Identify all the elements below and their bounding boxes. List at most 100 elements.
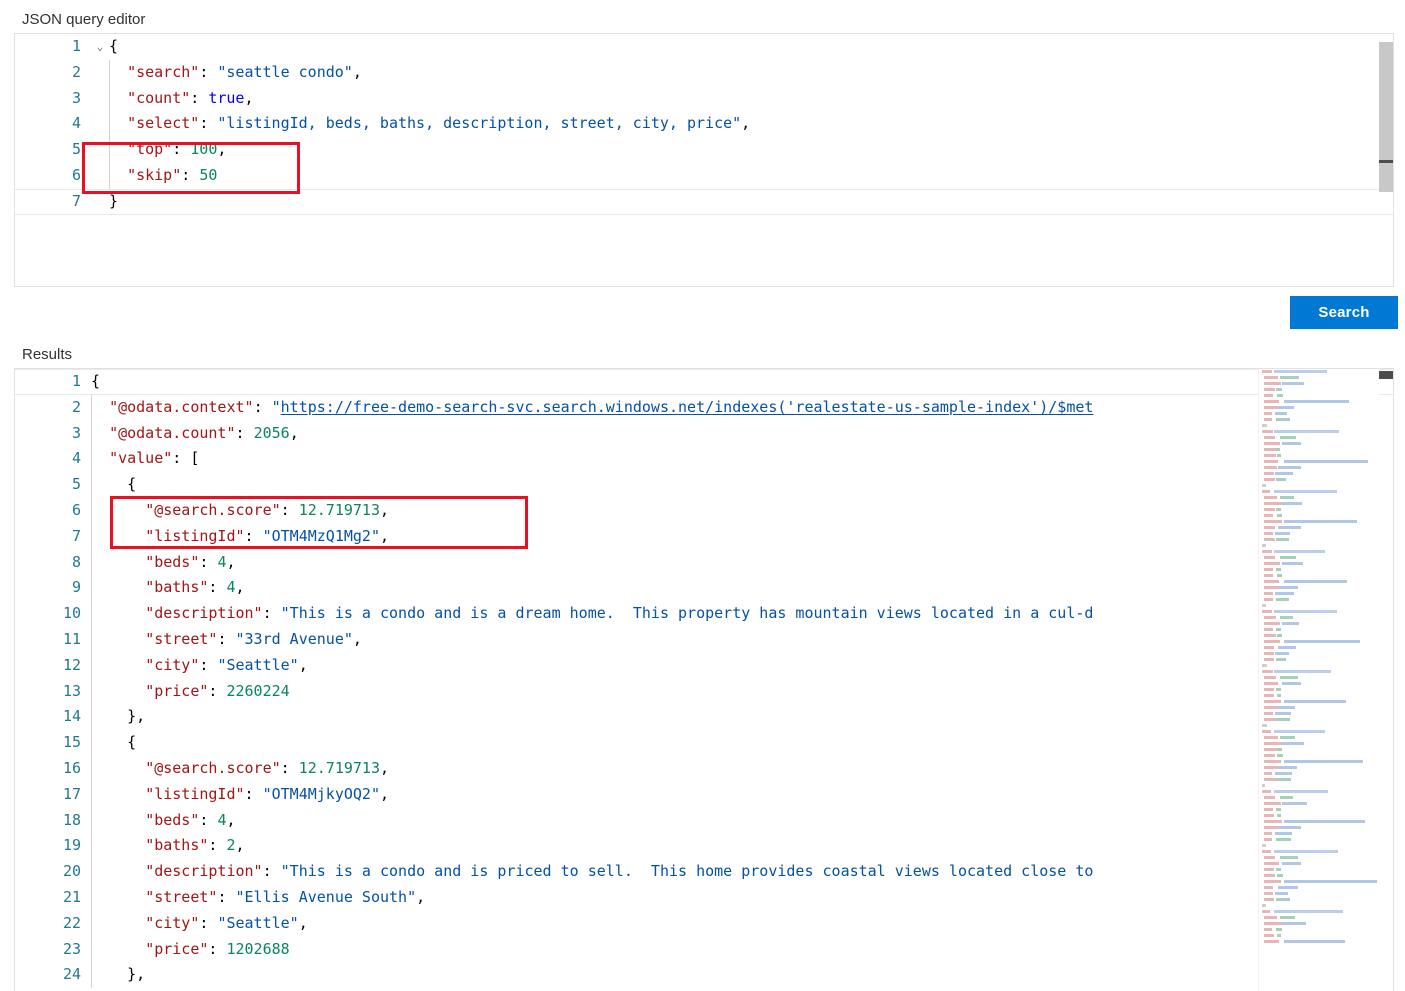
code-text: "@odata.count": 2056, [91, 421, 1393, 447]
minimap-token [1262, 910, 1270, 913]
line-number: 7 [15, 189, 91, 215]
code-text: "price": 1202688 [91, 937, 1393, 963]
indent-guide [91, 627, 92, 653]
json-query-code-area[interactable]: 1⌄{2 "search": "seattle condo",3 "count"… [15, 34, 1393, 286]
code-text: "baths": 4, [91, 575, 1393, 601]
minimap-token [1276, 508, 1281, 511]
minimap-token [1264, 532, 1273, 535]
minimap-token [1274, 610, 1337, 613]
code-line[interactable]: 9 "baths": 4, [15, 575, 1393, 601]
code-line[interactable]: 1⌄{ [15, 34, 1393, 60]
code-text: "street": "Ellis Avenue South", [91, 885, 1393, 911]
minimap-token [1276, 448, 1280, 451]
token-key: "baths" [145, 578, 208, 596]
token-number: 2056 [254, 424, 290, 442]
code-line[interactable]: 6 "@search.score": 12.719713, [15, 498, 1393, 524]
code-text: "description": "This is a condo and is p… [91, 859, 1393, 885]
code-line[interactable]: 5 { [15, 472, 1393, 498]
code-text: "top": 100, [109, 137, 1393, 163]
minimap-token [1262, 664, 1267, 667]
search-button[interactable]: Search [1290, 296, 1398, 329]
minimap-token [1274, 730, 1325, 733]
line-number: 14 [15, 704, 91, 730]
minimap-token [1284, 520, 1357, 523]
code-line[interactable]: 2 "@odata.context": "https://free-demo-s… [15, 395, 1393, 421]
indent-guide [91, 782, 92, 808]
code-line[interactable]: 4 "select": "listingId, beds, baths, des… [15, 111, 1393, 137]
minimap-token [1262, 850, 1271, 853]
minimap-token [1274, 370, 1327, 373]
code-text: "value": [ [91, 446, 1393, 472]
token-indent [109, 63, 127, 81]
token-punct: { [127, 733, 136, 751]
minimap-token [1262, 790, 1271, 793]
token-key: "count" [127, 89, 190, 107]
minimap-token [1264, 562, 1280, 565]
token-string: "OTM4MzQ1Mg2" [263, 527, 380, 545]
token-punct: : [263, 862, 281, 880]
line-number: 5 [15, 137, 91, 163]
minimap-token [1280, 676, 1298, 679]
code-line[interactable]: 7 "listingId": "OTM4MzQ1Mg2", [15, 524, 1393, 550]
code-line[interactable]: 23 "price": 1202688 [15, 937, 1393, 963]
token-indent [91, 940, 145, 958]
code-line[interactable]: 2 "search": "seattle condo", [15, 60, 1393, 86]
code-line[interactable]: 17 "listingId": "OTM4MjkyOQ2", [15, 782, 1393, 808]
minimap-token [1280, 616, 1293, 619]
minimap-token [1264, 436, 1275, 439]
code-line[interactable]: 18 "beds": 4, [15, 808, 1393, 834]
token-punct: , [236, 836, 245, 854]
code-line[interactable]: 12 "city": "Seattle", [15, 653, 1393, 679]
line-number: 12 [15, 653, 91, 679]
code-line[interactable]: 20 "description": "This is a condo and i… [15, 859, 1393, 885]
minimap-token [1264, 820, 1282, 823]
minimap-token [1277, 634, 1282, 637]
minimap-token [1264, 382, 1281, 385]
code-line[interactable]: 3 "@odata.count": 2056, [15, 421, 1393, 447]
code-line[interactable]: 10 "description": "This is a condo and i… [15, 601, 1393, 627]
token-key: "skip" [127, 166, 181, 184]
code-line[interactable]: 8 "beds": 4, [15, 550, 1393, 576]
code-line[interactable]: 21 "street": "Ellis Avenue South", [15, 885, 1393, 911]
indent-guide [91, 679, 92, 705]
code-line[interactable]: 7} [15, 189, 1393, 215]
token-punct: , [290, 424, 299, 442]
code-line[interactable]: 11 "street": "33rd Avenue", [15, 627, 1393, 653]
line-number: 16 [15, 756, 91, 782]
minimap-token [1277, 934, 1281, 937]
code-line[interactable]: 14 }, [15, 704, 1393, 730]
minimap-token [1264, 826, 1278, 829]
minimap-token [1264, 778, 1276, 781]
json-editor-scrollbar-thumb[interactable] [1379, 42, 1393, 192]
token-indent [91, 501, 145, 519]
token-indent [91, 759, 145, 777]
code-line[interactable]: 16 "@search.score": 12.719713, [15, 756, 1393, 782]
results-code-area[interactable]: 1{2 "@odata.context": "https://free-demo… [15, 369, 1393, 991]
code-line[interactable]: 22 "city": "Seattle", [15, 911, 1393, 937]
chevron-down-icon[interactable]: ⌄ [91, 34, 109, 60]
code-line[interactable]: 6 "skip": 50 [15, 163, 1393, 189]
minimap-token [1264, 898, 1274, 901]
code-line[interactable]: 13 "price": 2260224 [15, 679, 1393, 705]
code-line[interactable]: 4 "value": [ [15, 446, 1393, 472]
token-punct: , [299, 914, 308, 932]
line-number: 2 [15, 60, 91, 86]
token-key: "@search.score" [145, 501, 280, 519]
results-scrollbar-thumb[interactable] [1379, 371, 1393, 379]
indent-guide [91, 498, 92, 524]
token-indent [109, 114, 127, 132]
code-line[interactable]: 15 { [15, 730, 1393, 756]
code-line[interactable]: 19 "baths": 2, [15, 833, 1393, 859]
token-link[interactable]: https://free-demo-search-svc.search.wind… [281, 398, 1094, 416]
code-line[interactable]: 5 "top": 100, [15, 137, 1393, 163]
code-minimap[interactable] [1258, 369, 1379, 991]
token-punct: [ [190, 449, 199, 467]
code-line[interactable]: 24 }, [15, 962, 1393, 988]
minimap-token [1264, 526, 1275, 529]
token-indent [91, 888, 145, 906]
code-line[interactable]: 3 "count": true, [15, 86, 1393, 112]
code-line[interactable]: 1{ [15, 369, 1393, 395]
indent-guide [91, 937, 92, 963]
results-editor[interactable]: 1{2 "@odata.context": "https://free-demo… [14, 368, 1394, 991]
json-query-editor[interactable]: 1⌄{2 "search": "seattle condo",3 "count"… [14, 33, 1394, 287]
